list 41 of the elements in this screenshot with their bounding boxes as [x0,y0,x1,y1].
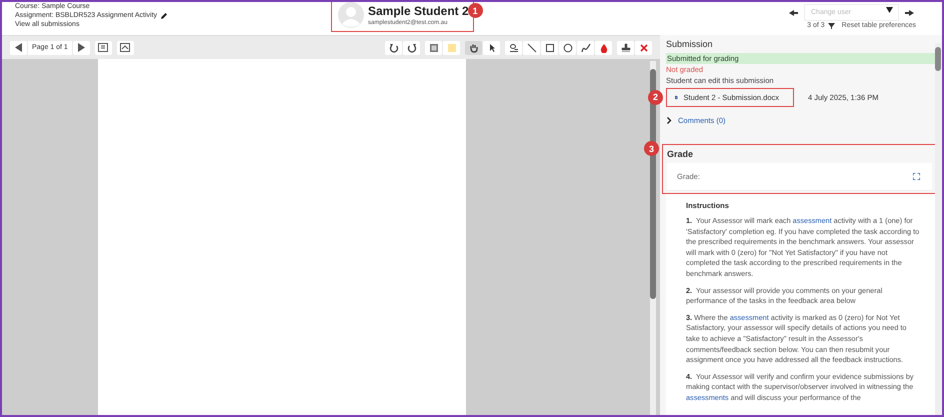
next-page-button[interactable] [72,40,90,54]
tool-button[interactable] [577,40,594,54]
triangle-right-icon [78,43,85,52]
tool-button[interactable] [385,40,402,54]
tool-button[interactable] [617,40,634,54]
section-title: Grade [667,149,694,159]
section-title: Submission [666,39,714,49]
drop-icon [598,42,608,52]
window-icon [120,43,130,52]
triangle-left-icon [15,43,22,52]
rotate-left-icon [388,42,398,52]
expand-icon [913,173,920,180]
swatch-icon [446,42,456,52]
panel-icon [98,43,108,52]
document-icon [675,93,678,102]
dropdown-caret-icon [886,7,893,13]
toolbar-button[interactable] [116,40,134,54]
chevron-icon [666,117,672,124]
comment-icon [428,42,438,52]
tool-button[interactable] [559,40,576,54]
delete-icon [638,42,648,52]
previous-page-button[interactable] [10,40,27,54]
stamp-icon [620,42,630,52]
tool-button[interactable] [483,40,500,54]
tool-button[interactable] [541,40,558,54]
callout-number: 1 [468,3,483,18]
pen-icon [580,42,590,52]
student-name: Sample Student 2 [368,4,469,18]
previous-user-icon [789,10,798,16]
stamp-oval-icon [508,42,518,52]
toolbar-button[interactable] [94,40,112,54]
rotate-right-icon [406,42,416,52]
tool-button[interactable] [465,40,482,54]
circle-icon [562,42,572,52]
tool-button[interactable] [403,40,420,54]
rectangle-icon [544,42,554,52]
tool-button[interactable] [523,40,540,54]
tool-button[interactable] [505,40,522,54]
line-icon [526,42,536,52]
next-user-icon [905,10,914,16]
pencil-icon [160,12,168,20]
